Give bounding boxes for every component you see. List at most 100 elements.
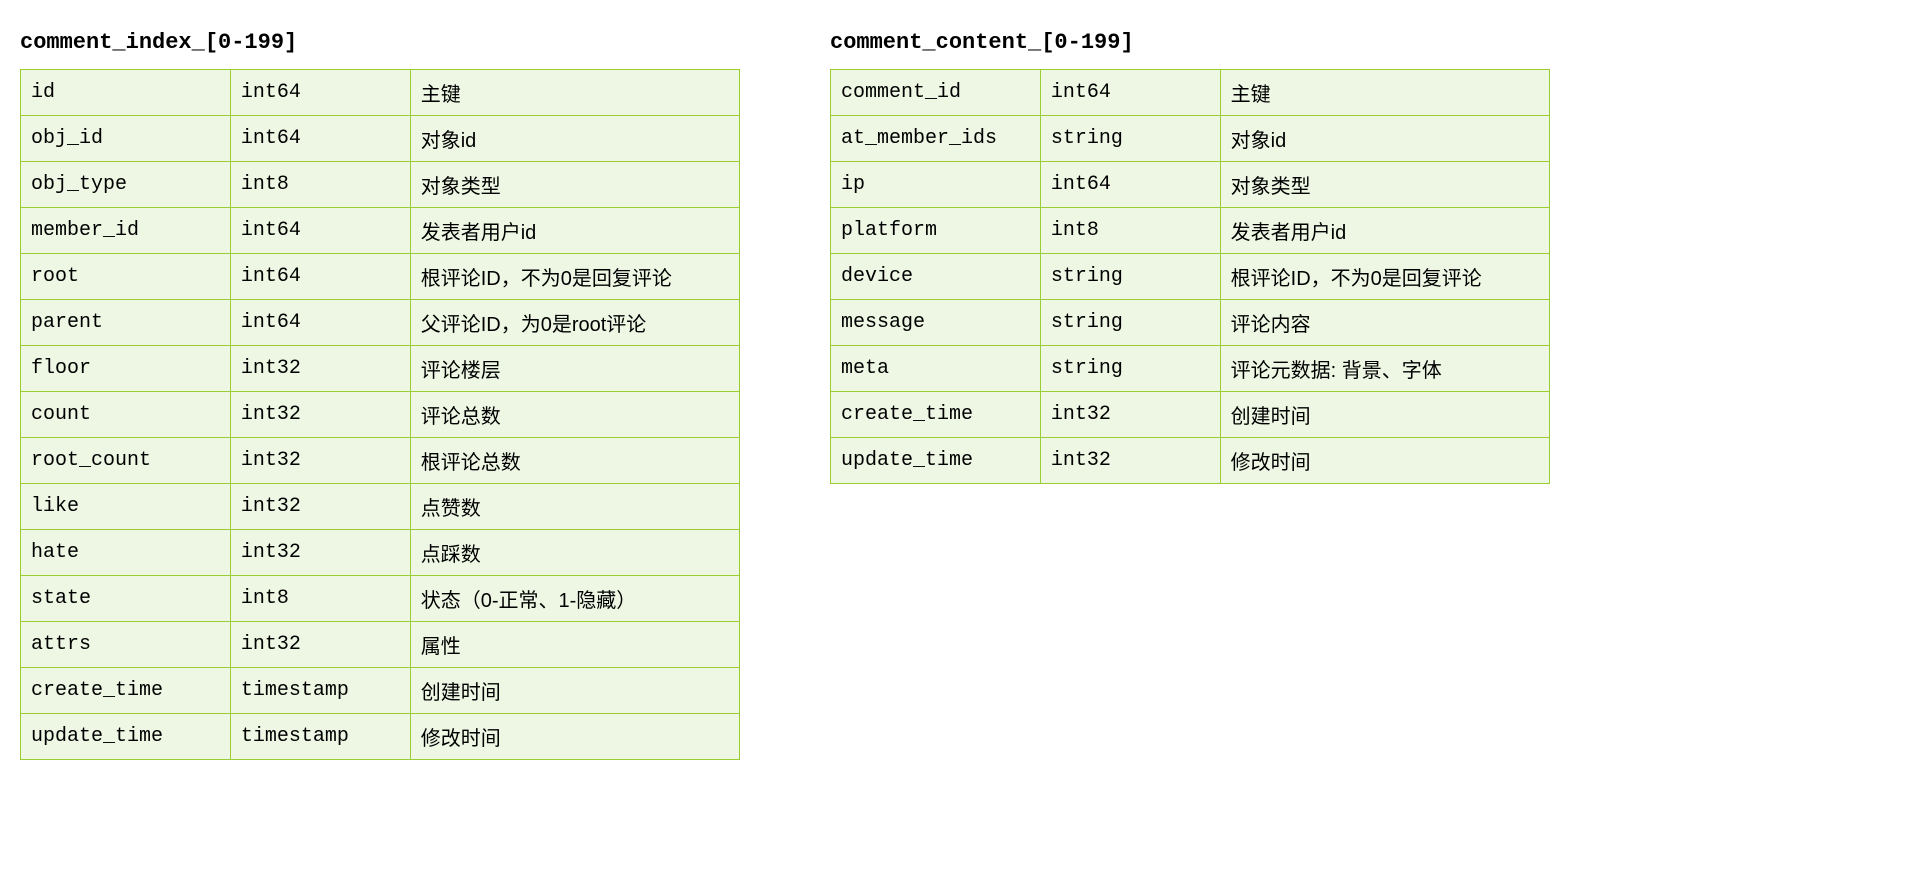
field-name: ip — [831, 162, 1041, 208]
field-desc: 根评论ID，不为0是回复评论 — [410, 254, 739, 300]
table-row: update_timetimestamp修改时间 — [21, 714, 740, 760]
field-desc: 根评论总数 — [410, 438, 739, 484]
field-name: update_time — [21, 714, 231, 760]
field-name: meta — [831, 346, 1041, 392]
field-name: platform — [831, 208, 1041, 254]
table-row: devicestring根评论ID，不为0是回复评论 — [831, 254, 1550, 300]
field-type: int64 — [1040, 70, 1220, 116]
field-type: int32 — [230, 484, 410, 530]
field-desc: 对象id — [1220, 116, 1549, 162]
field-desc: 对象类型 — [1220, 162, 1549, 208]
field-name: parent — [21, 300, 231, 346]
field-type: int32 — [1040, 438, 1220, 484]
field-type: int32 — [230, 530, 410, 576]
field-type: int64 — [230, 254, 410, 300]
field-desc: 创建时间 — [1220, 392, 1549, 438]
field-name: device — [831, 254, 1041, 300]
field-type: string — [1040, 300, 1220, 346]
table-row: messagestring评论内容 — [831, 300, 1550, 346]
schema-table: comment_idint64主键at_member_idsstring对象id… — [830, 69, 1550, 484]
table-row: countint32评论总数 — [21, 392, 740, 438]
table-row: floorint32评论楼层 — [21, 346, 740, 392]
field-type: int32 — [230, 346, 410, 392]
table-row: at_member_idsstring对象id — [831, 116, 1550, 162]
field-name: member_id — [21, 208, 231, 254]
field-desc: 评论总数 — [410, 392, 739, 438]
field-desc: 评论元数据: 背景、字体 — [1220, 346, 1549, 392]
field-type: int64 — [230, 300, 410, 346]
field-name: comment_id — [831, 70, 1041, 116]
field-desc: 主键 — [410, 70, 739, 116]
table-comment-content: comment_content_[0-199] comment_idint64主… — [830, 30, 1550, 484]
field-name: root_count — [21, 438, 231, 484]
table-row: member_idint64发表者用户id — [21, 208, 740, 254]
field-type: int64 — [230, 208, 410, 254]
field-name: update_time — [831, 438, 1041, 484]
field-name: create_time — [831, 392, 1041, 438]
table-body-0: idint64主键obj_idint64对象idobj_typeint8对象类型… — [21, 70, 740, 760]
table-row: create_timeint32创建时间 — [831, 392, 1550, 438]
field-name: count — [21, 392, 231, 438]
table-title: comment_index_[0-199] — [20, 30, 740, 55]
field-name: create_time — [21, 668, 231, 714]
field-type: int64 — [230, 70, 410, 116]
field-type: string — [1040, 116, 1220, 162]
field-type: int64 — [1040, 162, 1220, 208]
field-desc: 评论楼层 — [410, 346, 739, 392]
field-name: at_member_ids — [831, 116, 1041, 162]
field-name: obj_id — [21, 116, 231, 162]
table-row: metastring评论元数据: 背景、字体 — [831, 346, 1550, 392]
field-name: id — [21, 70, 231, 116]
table-row: stateint8状态（0-正常、1-隐藏） — [21, 576, 740, 622]
field-desc: 主键 — [1220, 70, 1549, 116]
field-desc: 创建时间 — [410, 668, 739, 714]
table-comment-index: comment_index_[0-199] idint64主键obj_idint… — [20, 30, 740, 760]
table-row: attrsint32属性 — [21, 622, 740, 668]
field-name: obj_type — [21, 162, 231, 208]
field-desc: 对象类型 — [410, 162, 739, 208]
field-desc: 修改时间 — [410, 714, 739, 760]
field-type: int64 — [230, 116, 410, 162]
field-desc: 点赞数 — [410, 484, 739, 530]
table-row: likeint32点赞数 — [21, 484, 740, 530]
field-desc: 评论内容 — [1220, 300, 1549, 346]
table-body-1: comment_idint64主键at_member_idsstring对象id… — [831, 70, 1550, 484]
table-row: root_countint32根评论总数 — [21, 438, 740, 484]
field-desc: 发表者用户id — [410, 208, 739, 254]
field-desc: 点踩数 — [410, 530, 739, 576]
table-row: parentint64父评论ID，为0是root评论 — [21, 300, 740, 346]
field-type: string — [1040, 254, 1220, 300]
field-name: state — [21, 576, 231, 622]
field-type: timestamp — [230, 668, 410, 714]
table-row: comment_idint64主键 — [831, 70, 1550, 116]
field-desc: 修改时间 — [1220, 438, 1549, 484]
field-type: int32 — [230, 622, 410, 668]
field-desc: 父评论ID，为0是root评论 — [410, 300, 739, 346]
tables-container: comment_index_[0-199] idint64主键obj_idint… — [20, 30, 1896, 760]
table-title: comment_content_[0-199] — [830, 30, 1550, 55]
field-name: floor — [21, 346, 231, 392]
table-row: update_timeint32修改时间 — [831, 438, 1550, 484]
field-type: int32 — [230, 392, 410, 438]
field-name: root — [21, 254, 231, 300]
field-type: string — [1040, 346, 1220, 392]
table-row: hateint32点踩数 — [21, 530, 740, 576]
field-type: int8 — [230, 162, 410, 208]
table-row: obj_typeint8对象类型 — [21, 162, 740, 208]
field-desc: 发表者用户id — [1220, 208, 1549, 254]
table-row: create_timetimestamp创建时间 — [21, 668, 740, 714]
table-row: idint64主键 — [21, 70, 740, 116]
field-desc: 根评论ID，不为0是回复评论 — [1220, 254, 1549, 300]
field-name: message — [831, 300, 1041, 346]
field-name: like — [21, 484, 231, 530]
table-row: ipint64对象类型 — [831, 162, 1550, 208]
field-desc: 状态（0-正常、1-隐藏） — [410, 576, 739, 622]
table-row: obj_idint64对象id — [21, 116, 740, 162]
table-row: platformint8发表者用户id — [831, 208, 1550, 254]
field-name: hate — [21, 530, 231, 576]
schema-table: idint64主键obj_idint64对象idobj_typeint8对象类型… — [20, 69, 740, 760]
field-type: int32 — [1040, 392, 1220, 438]
field-name: attrs — [21, 622, 231, 668]
field-type: timestamp — [230, 714, 410, 760]
field-type: int8 — [1040, 208, 1220, 254]
